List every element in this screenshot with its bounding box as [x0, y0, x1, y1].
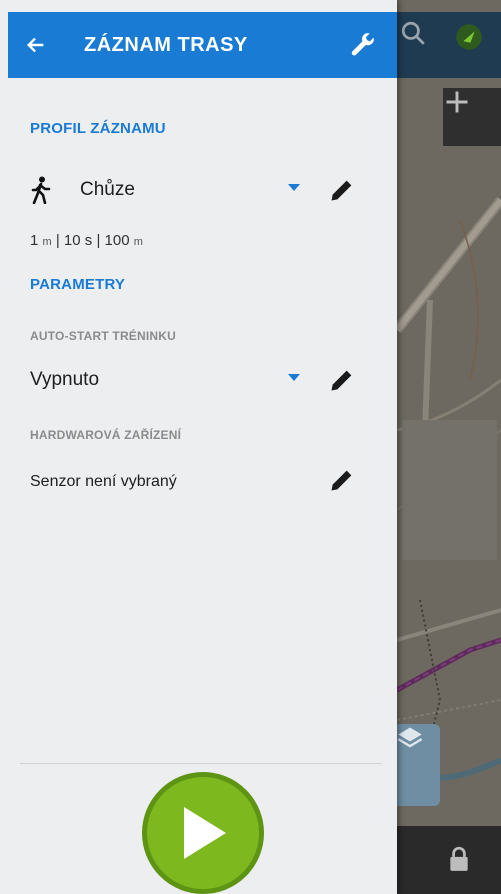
dropdown-arrow-icon[interactable]	[288, 184, 300, 191]
autostart-value: Vypnuto	[30, 369, 100, 390]
dropdown-arrow-icon[interactable]	[288, 374, 300, 381]
start-recording-button[interactable]	[142, 772, 264, 894]
separator: |	[51, 232, 64, 249]
map-layers-button[interactable]	[396, 724, 440, 806]
map-search-button[interactable]	[400, 20, 440, 66]
search-icon	[401, 21, 425, 45]
back-button[interactable]	[8, 12, 64, 78]
separator: |	[92, 232, 105, 249]
hardware-value: Senzor není vybraný	[30, 473, 177, 490]
distance-value: 1	[30, 232, 39, 249]
profile-section-title: PROFIL ZÁZNAMU	[30, 120, 166, 137]
profile-name: Chůze	[80, 179, 135, 200]
parameters-section-title: PARAMETRY	[30, 276, 126, 293]
distance-unit: m	[42, 236, 52, 248]
play-icon	[184, 807, 226, 859]
autostart-selector[interactable]: Vypnuto	[30, 360, 370, 400]
page-title: ZÁZNAM TRASY	[84, 33, 248, 56]
map-gps-button[interactable]	[452, 20, 498, 66]
layers-icon	[397, 727, 423, 748]
elevation-unit: m	[133, 236, 143, 248]
gps-icon	[456, 24, 482, 50]
divider	[20, 763, 382, 764]
back-arrow-icon	[26, 37, 44, 53]
elevation-value: 100	[104, 232, 130, 249]
settings-button[interactable]	[343, 24, 383, 64]
wrench-icon	[351, 33, 374, 56]
track-record-drawer: ZÁZNAM TRASY PROFIL ZÁZNAMU Chůze 1 m | …	[0, 0, 397, 894]
lock-icon	[450, 846, 468, 871]
autostart-label: AUTO-START TRÉNINKU	[30, 329, 177, 343]
map-zoom-in-button[interactable]	[443, 88, 501, 146]
hardware-label: HARDWAROVÁ ZAŘÍZENÍ	[30, 428, 182, 442]
pencil-icon[interactable]	[328, 366, 356, 394]
pencil-icon[interactable]	[328, 176, 356, 204]
app-bar: ZÁZNAM TRASY	[8, 12, 397, 78]
profile-selector[interactable]: Chůze	[30, 170, 370, 210]
plus-icon	[446, 91, 468, 113]
map-lock-button[interactable]	[448, 846, 488, 886]
pencil-icon[interactable]	[328, 466, 356, 494]
walking-person-icon	[31, 176, 51, 204]
profile-settings-summary: 1 m | 10 s | 100 m	[30, 232, 143, 249]
hardware-selector[interactable]: Senzor není vybraný	[30, 462, 370, 502]
time-value: 10 s	[63, 232, 93, 249]
